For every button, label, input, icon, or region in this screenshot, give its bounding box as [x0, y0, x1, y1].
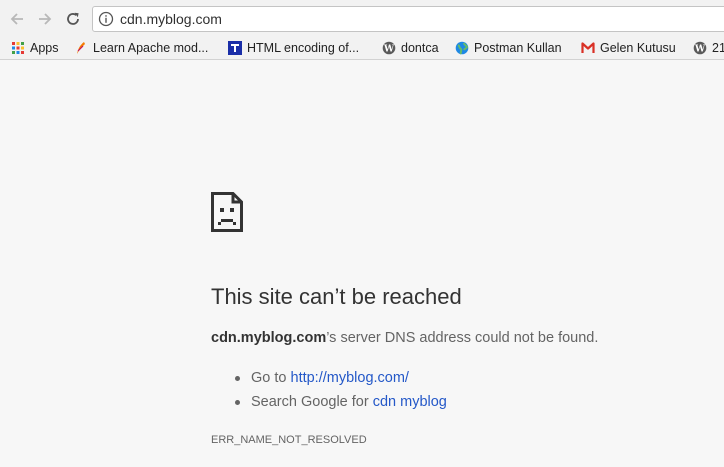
error-code: ERR_NAME_NOT_RESOLVED: [211, 434, 367, 446]
address-bar[interactable]: cdn.myblog.com: [92, 6, 724, 32]
bookmark-21[interactable]: W 21: [693, 39, 724, 57]
bookmark-label: dontca: [401, 41, 439, 55]
wordpress-icon: W: [693, 41, 707, 55]
goto-homepage-link[interactable]: http://myblog.com/: [291, 370, 409, 386]
error-title: This site can’t be reached: [211, 284, 462, 309]
suggestion-prefix: Go to: [251, 370, 291, 386]
bookmarks-bar: Apps Learn Apache mod... HTML encoding o…: [0, 37, 724, 60]
svg-text:W: W: [694, 45, 706, 55]
gmail-icon: [581, 42, 595, 53]
bookmark-label: Postman Kullan: [474, 41, 562, 55]
reload-icon: [67, 12, 79, 25]
globe-icon: [455, 41, 469, 55]
bookmark-gelen-kutusu[interactable]: Gelen Kutusu: [581, 39, 676, 57]
bookmark-learn-apache[interactable]: Learn Apache mod...: [74, 39, 208, 57]
error-description: cdn.myblog.com’s server DNS address coul…: [211, 330, 598, 346]
bookmark-dontca[interactable]: W dontca: [382, 39, 439, 57]
bookmark-label: HTML encoding of...: [247, 41, 360, 55]
bookmark-apps[interactable]: Apps: [11, 39, 59, 57]
back-button[interactable]: [6, 8, 28, 30]
suggestion-go-to: Go to http://myblog.com/: [233, 369, 447, 393]
suggestion-list: Go to http://myblog.com/ Search Google f…: [233, 369, 447, 417]
svg-text:W: W: [383, 45, 395, 55]
browser-toolbar: cdn.myblog.com: [0, 0, 724, 37]
t-logo-icon: [228, 41, 242, 55]
bookmark-postman[interactable]: Postman Kullan: [455, 39, 562, 57]
forward-button[interactable]: [34, 8, 56, 30]
forward-arrow-icon: [39, 13, 52, 25]
sad-page-icon: [211, 192, 243, 232]
bookmark-html-encoding[interactable]: HTML encoding of...: [228, 39, 359, 57]
suggestion-prefix: Search Google for: [251, 394, 373, 410]
url-text[interactable]: cdn.myblog.com: [120, 11, 222, 27]
back-arrow-icon: [10, 13, 23, 25]
suggestion-search: Search Google for cdn myblog: [233, 393, 447, 417]
bookmark-label: Learn Apache mod...: [93, 41, 209, 55]
error-host: cdn.myblog.com: [211, 330, 327, 346]
wordpress-icon: W: [382, 41, 396, 55]
bookmark-label: Apps: [30, 41, 59, 55]
error-message: ’s server DNS address could not be found…: [326, 330, 599, 346]
bookmark-label: Gelen Kutusu: [600, 41, 676, 55]
bookmark-label: 21: [712, 41, 724, 55]
info-icon[interactable]: [98, 11, 114, 27]
reload-button[interactable]: [62, 8, 84, 30]
apps-grid-icon: [12, 42, 24, 54]
apache-feather-icon: [77, 42, 85, 54]
search-google-link[interactable]: cdn myblog: [373, 394, 447, 410]
